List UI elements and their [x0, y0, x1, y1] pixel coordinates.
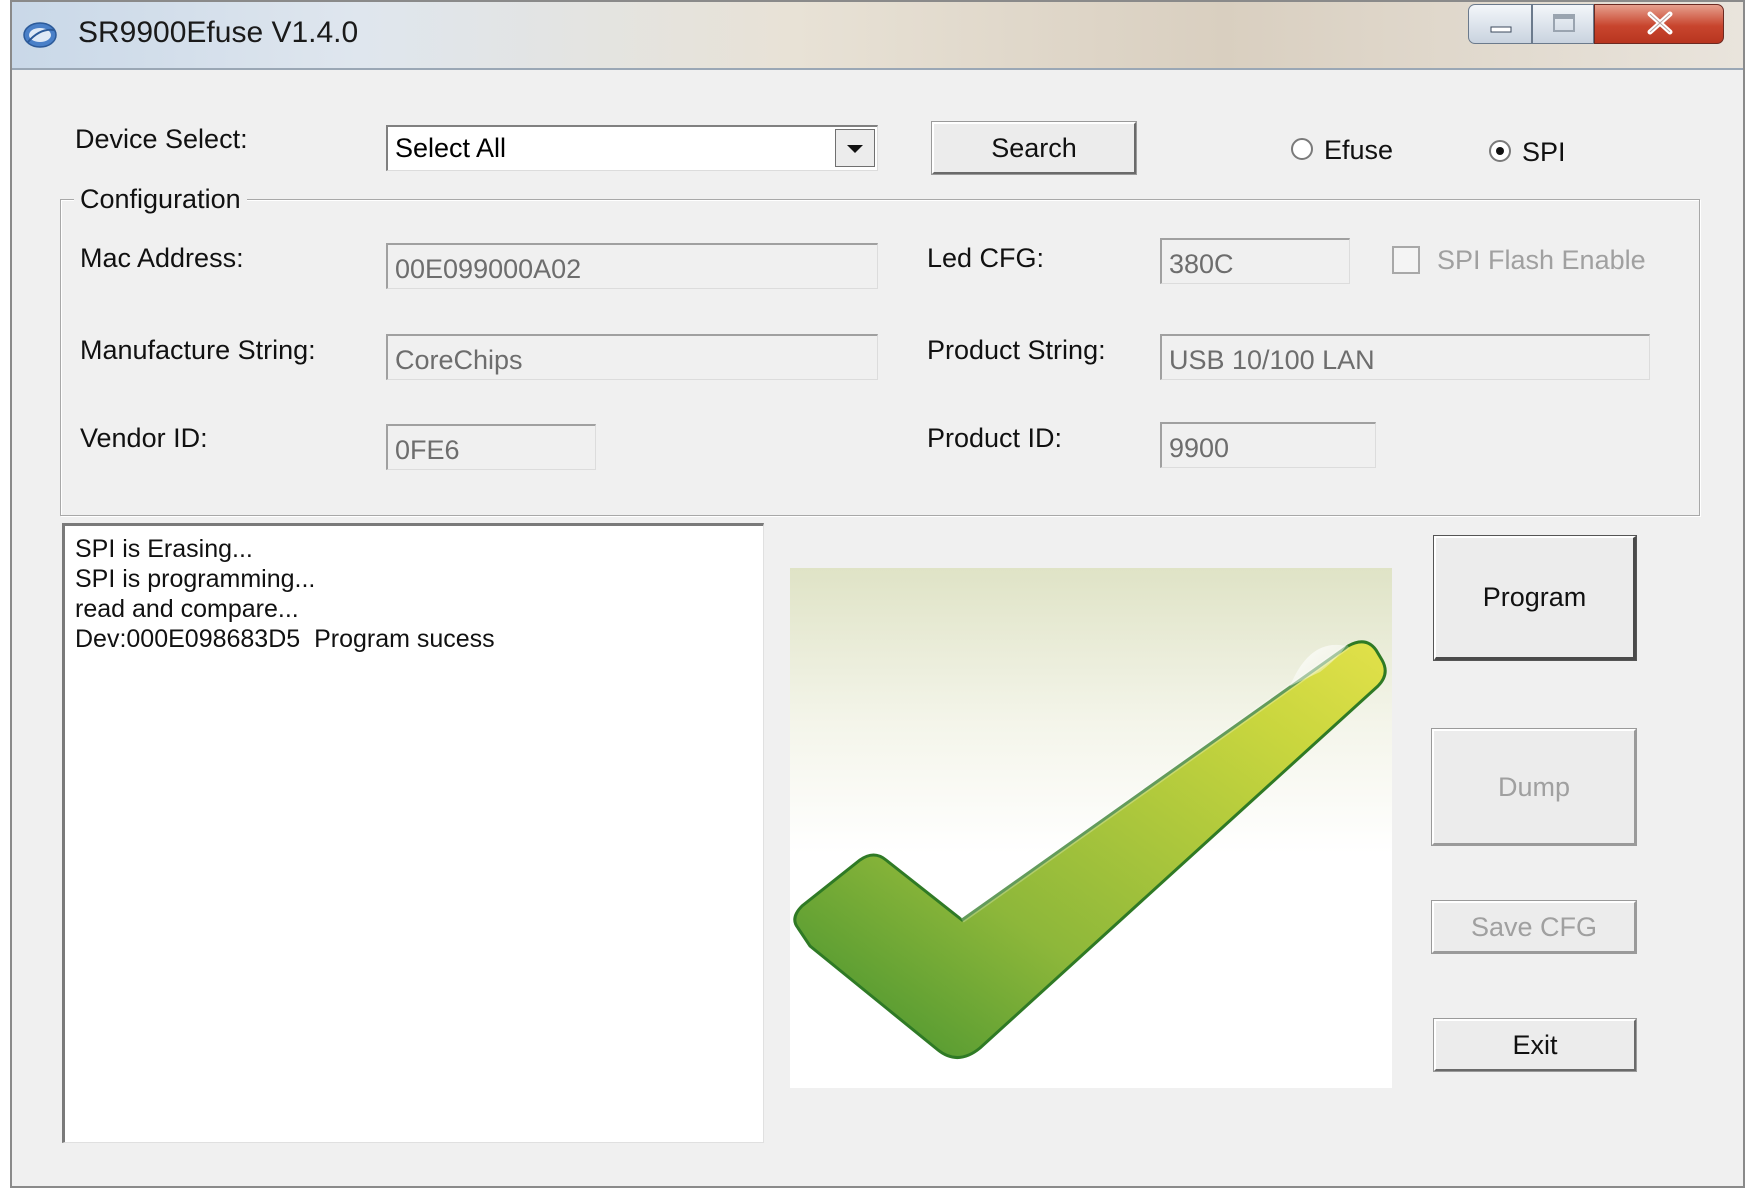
log-line: SPI is programming...	[75, 565, 316, 593]
minimize-button[interactable]	[1468, 4, 1532, 44]
mac-address-field[interactable]: 00E099000A02	[386, 243, 878, 289]
spi-flash-enable-checkbox[interactable]	[1392, 246, 1420, 274]
led-cfg-label: Led CFG:	[927, 243, 1045, 273]
dump-button[interactable]: Dump	[1431, 728, 1637, 846]
manufacture-string-label: Manufacture String:	[80, 335, 316, 365]
vendor-id-label: Vendor ID:	[80, 423, 208, 453]
app-window: SR9900Efuse V1.4.0 Device Select: Select…	[10, 0, 1745, 1188]
device-select-label: Device Select:	[75, 124, 248, 154]
spi-radio-label[interactable]: SPI	[1522, 137, 1566, 168]
vendor-id-field[interactable]: 0FE6	[386, 424, 596, 470]
app-logo-icon	[22, 20, 58, 50]
efuse-radio[interactable]	[1291, 138, 1313, 160]
program-button[interactable]: Program	[1433, 535, 1637, 661]
led-cfg-field[interactable]: 380C	[1160, 238, 1350, 284]
product-id-field[interactable]: 9900	[1160, 422, 1376, 468]
log-output[interactable]: SPI is Erasing... SPI is programming... …	[62, 523, 764, 1143]
product-id-label: Product ID:	[927, 423, 1063, 453]
device-select-value: Select All	[395, 133, 507, 163]
exit-button[interactable]: Exit	[1433, 1018, 1637, 1072]
product-string-label: Product String:	[927, 335, 1106, 365]
maximize-icon	[1553, 14, 1575, 32]
log-line: read and compare...	[75, 595, 299, 623]
product-string-field[interactable]: USB 10/100 LAN	[1160, 334, 1650, 380]
search-button[interactable]: Search	[931, 121, 1137, 175]
maximize-button[interactable]	[1532, 4, 1594, 44]
close-icon	[1647, 11, 1673, 35]
log-line: Dev:000E098683D5 Program sucess	[75, 625, 495, 653]
checkmark-icon	[790, 568, 1392, 1088]
efuse-radio-label[interactable]: Efuse	[1324, 135, 1393, 166]
chevron-down-icon[interactable]	[835, 129, 875, 167]
minimize-icon	[1490, 26, 1512, 33]
configuration-title: Configuration	[74, 184, 247, 215]
close-button[interactable]	[1594, 4, 1724, 44]
spi-radio-dot	[1496, 147, 1504, 155]
spi-flash-enable-label[interactable]: SPI Flash Enable	[1437, 245, 1646, 276]
title-bar[interactable]: SR9900Efuse V1.4.0	[12, 2, 1743, 70]
spi-radio[interactable]	[1489, 140, 1511, 162]
window-title: SR9900Efuse V1.4.0	[78, 16, 359, 49]
device-select-dropdown[interactable]: Select All	[386, 125, 878, 171]
mac-address-label: Mac Address:	[80, 243, 244, 273]
log-line: SPI is Erasing...	[75, 535, 253, 563]
save-cfg-button[interactable]: Save CFG	[1431, 900, 1637, 954]
manufacture-string-field[interactable]: CoreChips	[386, 334, 878, 380]
